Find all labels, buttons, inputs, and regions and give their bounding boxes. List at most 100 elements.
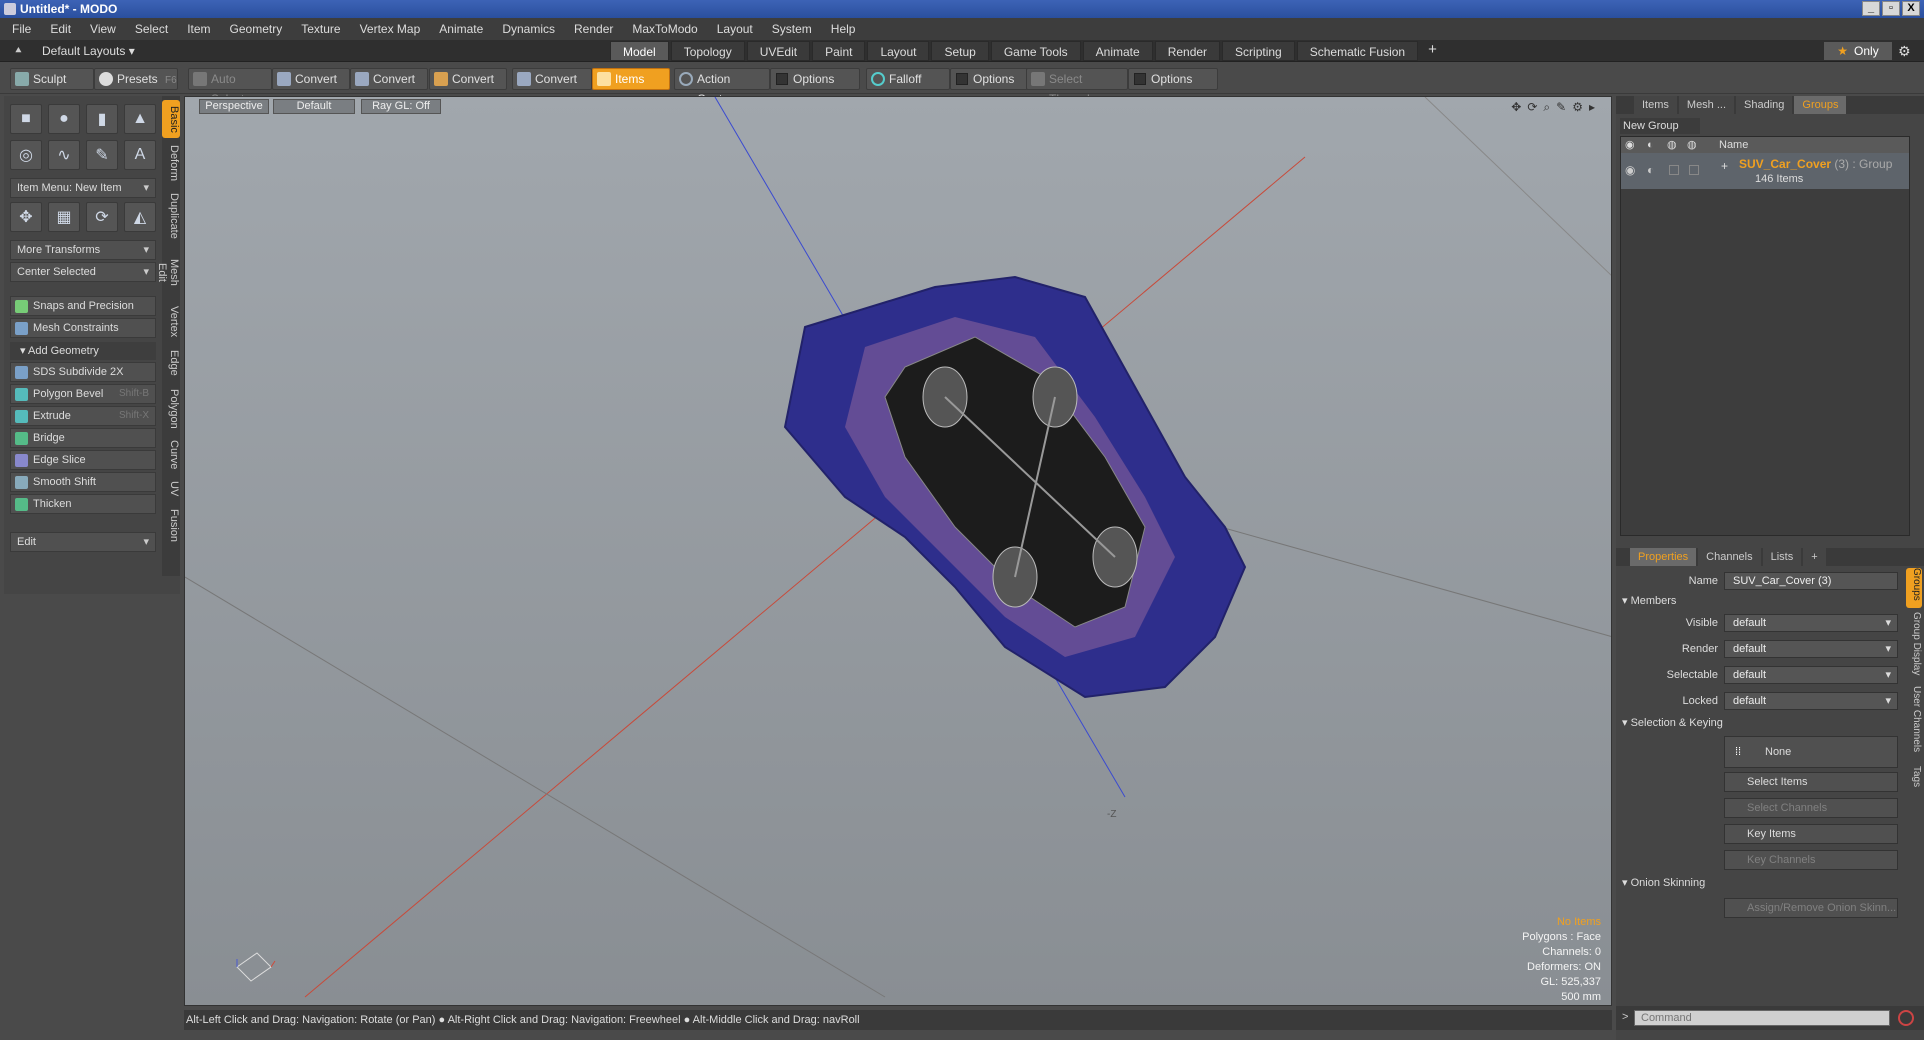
presets-button[interactable]: Presets F6	[94, 68, 178, 90]
tab-groups[interactable]: Groups	[1794, 96, 1847, 114]
vtab-curve[interactable]: Curve	[162, 438, 180, 472]
falloff-options-button[interactable]: Options	[950, 68, 1028, 90]
group-expand-icon[interactable]: +	[1721, 159, 1728, 173]
raygl-button[interactable]: Ray GL: Off	[361, 99, 441, 114]
vtab-fusion[interactable]: Fusion	[162, 506, 180, 546]
tab-animate[interactable]: Animate	[1082, 41, 1153, 61]
command-input[interactable]	[1634, 1010, 1890, 1026]
assign-onion-button[interactable]: Assign/Remove Onion Skinn...	[1724, 898, 1898, 918]
fit-view-icon[interactable]: ✎	[1556, 100, 1566, 115]
transform-icon[interactable]: ✥	[10, 202, 42, 232]
3d-viewport[interactable]: Perspective Default Ray GL: Off ✥ ⟳ ⌕ ✎ …	[184, 96, 1612, 1006]
close-button[interactable]: X	[1902, 1, 1920, 16]
default-layouts-dropdown[interactable]: Default Layouts ▾	[42, 44, 135, 58]
cylinder-icon[interactable]: ▮	[86, 104, 118, 134]
thicken-button[interactable]: Thicken	[10, 494, 156, 514]
menu-item[interactable]: Item	[187, 22, 210, 36]
select-through-options-button[interactable]: Options	[1128, 68, 1218, 90]
vtab-mesh-edit[interactable]: Mesh Edit	[156, 248, 180, 296]
row-eye-icon[interactable]: ◉	[1625, 163, 1635, 177]
add-tab-button[interactable]: +	[1420, 41, 1445, 61]
rotate-icon[interactable]: ⟳	[86, 202, 118, 232]
menu-system[interactable]: System	[772, 22, 812, 36]
visibility-eye-icon[interactable]: ◉	[1625, 137, 1635, 153]
tab-channels[interactable]: Channels	[1698, 548, 1761, 566]
menu-texture[interactable]: Texture	[301, 22, 340, 36]
zoom-view-icon[interactable]: ⌕	[1543, 100, 1550, 115]
sculpt-button[interactable]: Sculpt	[10, 68, 94, 90]
menu-layout[interactable]: Layout	[717, 22, 753, 36]
scale-icon[interactable]: ◭	[124, 202, 156, 232]
vtab-duplicate[interactable]: Duplicate	[162, 190, 180, 242]
add-props-tab-button[interactable]: +	[1803, 548, 1826, 566]
none-button[interactable]: ⁞⁞ None	[1724, 736, 1898, 768]
convert-edges-button[interactable]: Convert	[350, 68, 428, 90]
edit-dropdown[interactable]: Edit	[10, 532, 156, 552]
menu-file[interactable]: File	[12, 22, 31, 36]
add-geometry-section[interactable]: ▾ Add Geometry	[10, 342, 156, 360]
tab-paint[interactable]: Paint	[812, 41, 866, 61]
visible-select[interactable]: default	[1724, 614, 1898, 632]
menu-help[interactable]: Help	[831, 22, 856, 36]
extrude-button[interactable]: Extrude Shift-X	[10, 406, 156, 426]
members-section[interactable]: ▾ Members	[1622, 594, 1676, 607]
select-lock-icon[interactable]: ◍	[1667, 137, 1677, 153]
tab-shading[interactable]: Shading	[1736, 96, 1793, 114]
bridge-button[interactable]: Bridge	[10, 428, 156, 448]
tab-topology[interactable]: Topology	[670, 41, 745, 61]
falloff-button[interactable]: Falloff	[866, 68, 950, 90]
tab-model[interactable]: Model	[610, 41, 669, 61]
items-mode-button[interactable]: Items	[592, 68, 670, 90]
selection-keying-section[interactable]: ▾ Selection & Keying	[1622, 716, 1723, 729]
sphere-icon[interactable]: ●	[48, 104, 80, 134]
select-items-button[interactable]: Select Items	[1724, 772, 1898, 792]
tab-game-tools[interactable]: Game Tools	[990, 41, 1081, 61]
menu-select[interactable]: Select	[135, 22, 168, 36]
rotate-view-icon[interactable]: ⟳	[1527, 100, 1537, 115]
vtab-uv[interactable]: UV	[162, 478, 180, 500]
cone-icon[interactable]: ▲	[124, 104, 156, 134]
vtab-vertex[interactable]: Vertex	[162, 302, 180, 342]
menu-render[interactable]: Render	[574, 22, 613, 36]
auto-select-button[interactable]: Auto Select	[188, 68, 272, 106]
tab-render[interactable]: Render	[1154, 41, 1221, 61]
vtab-basic[interactable]: Basic	[162, 100, 180, 138]
polygon-bevel-button[interactable]: Polygon Bevel Shift-B	[10, 384, 156, 404]
tab-items[interactable]: Items	[1634, 96, 1677, 114]
tab-uvedit[interactable]: UVEdit	[746, 41, 811, 61]
mesh-constraints-button[interactable]: Mesh Constraints	[10, 318, 156, 338]
menu-vertex-map[interactable]: Vertex Map	[360, 22, 421, 36]
perspective-button[interactable]: Perspective	[199, 99, 269, 114]
vtab-tags[interactable]: Tags	[1906, 766, 1922, 794]
vtab-user-channels[interactable]: User Channels	[1906, 686, 1922, 762]
row-lock-box[interactable]	[1689, 165, 1699, 175]
action-center-button[interactable]: Action Center	[674, 68, 770, 106]
pen-icon[interactable]: ✎	[86, 140, 118, 170]
gear-icon[interactable]: ⚙	[1898, 43, 1911, 60]
item-menu-dropdown[interactable]: Item Menu: New Item	[10, 178, 156, 198]
menu-dynamics[interactable]: Dynamics	[502, 22, 555, 36]
layout-home-icon[interactable]: ⯅	[14, 45, 23, 58]
render-select[interactable]: default	[1724, 640, 1898, 658]
row-render-icon[interactable]: ◐	[1647, 163, 1654, 177]
tab-schematic-fusion[interactable]: Schematic Fusion	[1296, 41, 1419, 61]
menu-animate[interactable]: Animate	[439, 22, 483, 36]
cube-icon[interactable]: ■	[10, 104, 42, 134]
vtab-groups[interactable]: Groups	[1906, 568, 1922, 608]
tab-mesh[interactable]: Mesh ...	[1678, 96, 1735, 114]
convert-polygons-button[interactable]: Convert	[429, 68, 507, 90]
select-through-button[interactable]: Select Through	[1026, 68, 1128, 106]
convert-vertices-button[interactable]: Convert	[272, 68, 350, 90]
snaps-precision-button[interactable]: Snaps and Precision	[10, 296, 156, 316]
new-group-button[interactable]: New Group	[1620, 118, 1700, 134]
lock-icon[interactable]: ◍	[1687, 137, 1697, 153]
row-select-box[interactable]	[1669, 165, 1679, 175]
selectable-select[interactable]: default	[1724, 666, 1898, 684]
action-center-options-button[interactable]: Options	[770, 68, 860, 90]
render-icon[interactable]: ◐	[1647, 137, 1654, 153]
tab-setup[interactable]: Setup	[931, 41, 989, 61]
tab-layout[interactable]: Layout	[867, 41, 930, 61]
menu-geometry[interactable]: Geometry	[230, 22, 283, 36]
select-channels-button[interactable]: Select Channels	[1724, 798, 1898, 818]
restore-button[interactable]: ▫	[1882, 1, 1900, 16]
